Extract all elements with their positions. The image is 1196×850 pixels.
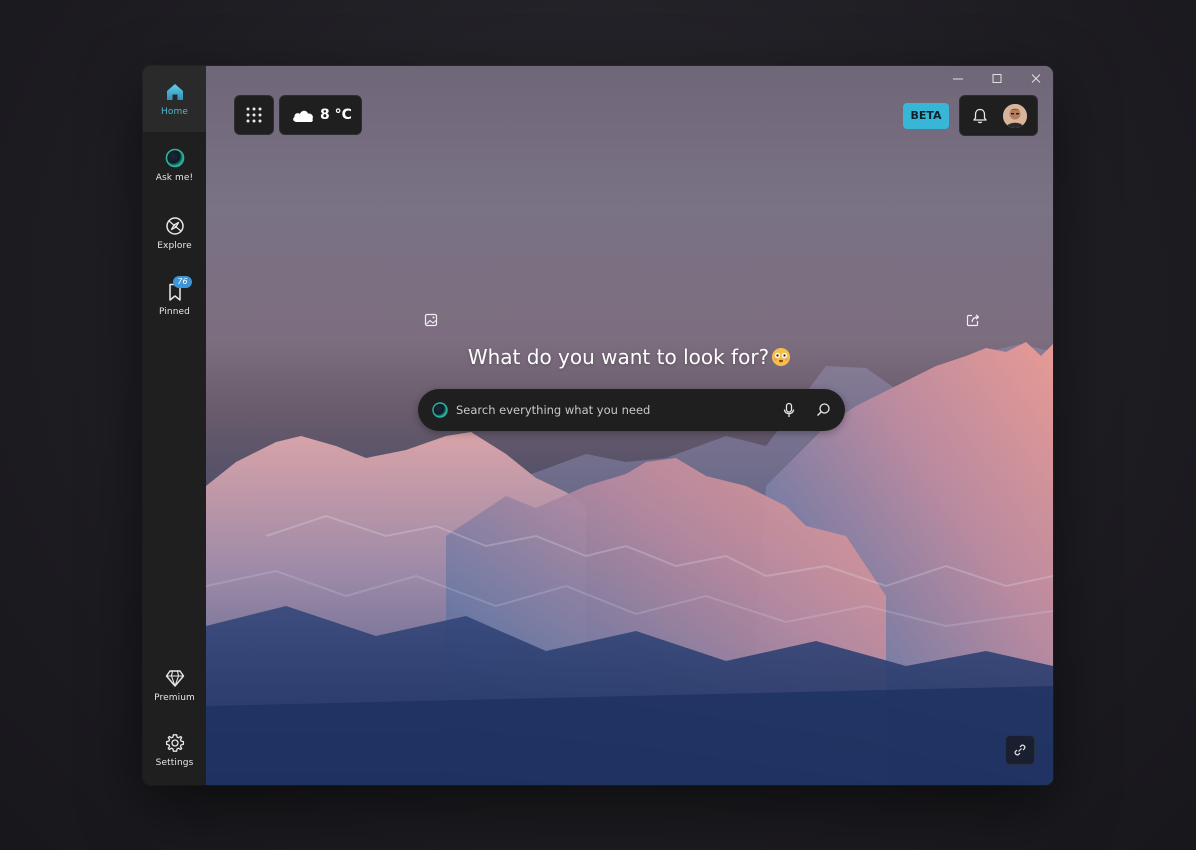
beta-badge: BETA bbox=[903, 103, 949, 129]
sidebar-item-home[interactable]: Home bbox=[143, 66, 206, 132]
maximize-icon bbox=[992, 74, 1002, 83]
close-icon bbox=[1031, 74, 1041, 83]
sidebar-item-label: Premium bbox=[154, 693, 195, 703]
notifications-button[interactable] bbox=[971, 107, 989, 125]
diamond-icon bbox=[165, 670, 184, 687]
voice-search-button[interactable] bbox=[780, 401, 798, 419]
cloud-icon bbox=[293, 110, 313, 122]
account-area bbox=[959, 95, 1038, 136]
grid-dots-icon bbox=[246, 107, 262, 123]
hero-headline: What do you want to look for? bbox=[206, 345, 1053, 369]
microphone-icon bbox=[783, 402, 795, 417]
gear-icon bbox=[165, 734, 184, 752]
sidebar-item-premium[interactable]: Premium bbox=[143, 668, 206, 703]
sidebar-item-label: Explore bbox=[157, 241, 192, 251]
search-bar bbox=[418, 389, 845, 431]
headline-text: What do you want to look for? bbox=[467, 345, 770, 369]
share-wallpaper-button[interactable] bbox=[965, 312, 981, 328]
weather-widget[interactable]: 8 °C bbox=[279, 95, 362, 135]
change-wallpaper-button[interactable] bbox=[423, 312, 439, 328]
bell-icon bbox=[973, 108, 987, 124]
sidebar-item-ask-me[interactable]: Ask me! bbox=[143, 148, 206, 183]
flushed-face-emoji-icon bbox=[772, 348, 791, 366]
compass-icon bbox=[165, 217, 184, 235]
desktop-background: Home Ask me! Explore 76 Pinned Premium S… bbox=[0, 0, 1196, 850]
sidebar-item-label: Settings bbox=[155, 758, 194, 768]
link-icon bbox=[1014, 744, 1026, 756]
minimize-button[interactable] bbox=[943, 70, 973, 90]
orb-icon bbox=[165, 148, 184, 168]
search-icon bbox=[817, 403, 830, 416]
sidebar-item-label: Home bbox=[161, 107, 188, 117]
search-button[interactable] bbox=[814, 401, 832, 419]
sidebar-item-label: Pinned bbox=[159, 307, 190, 317]
app-window: Home Ask me! Explore 76 Pinned Premium S… bbox=[143, 66, 1053, 785]
sidebar: Home Ask me! Explore 76 Pinned Premium S… bbox=[143, 66, 206, 785]
share-icon bbox=[966, 314, 980, 327]
user-avatar[interactable] bbox=[1003, 104, 1027, 128]
maximize-button[interactable] bbox=[982, 70, 1012, 90]
weather-temperature: 8 °C bbox=[320, 107, 352, 123]
close-button[interactable] bbox=[1021, 70, 1051, 90]
sidebar-item-label: Ask me! bbox=[155, 173, 194, 183]
image-icon bbox=[424, 313, 438, 327]
apps-grid-button[interactable] bbox=[234, 95, 274, 135]
avatar-photo bbox=[1003, 104, 1027, 128]
home-icon bbox=[166, 84, 183, 100]
sidebar-item-explore[interactable]: Explore bbox=[143, 216, 206, 251]
pinned-count-badge: 76 bbox=[173, 276, 192, 288]
wallpaper-info-button[interactable] bbox=[1005, 735, 1035, 765]
search-input[interactable] bbox=[456, 400, 766, 420]
main-area: 8 °C BETA What do you want to look for? … bbox=[206, 66, 1053, 785]
minimize-icon bbox=[953, 78, 963, 80]
sidebar-item-settings[interactable]: Settings bbox=[143, 733, 206, 768]
orb-icon bbox=[432, 402, 448, 418]
sidebar-item-pinned[interactable]: 76 Pinned bbox=[143, 276, 206, 317]
